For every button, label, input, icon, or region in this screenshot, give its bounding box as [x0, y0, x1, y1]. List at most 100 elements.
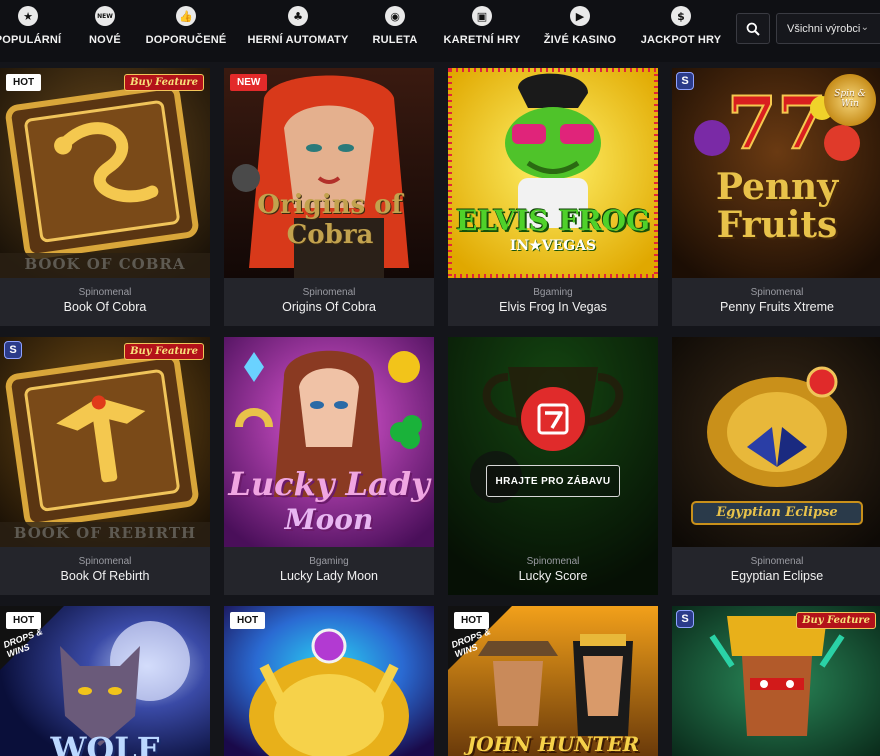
- game-provider: Spinomenal: [78, 556, 132, 567]
- game-title: Origins Of Cobra: [282, 300, 376, 314]
- game-art-title: BOOK OF REBIRTH: [13, 524, 197, 542]
- buy-feature-badge: Buy Feature: [796, 612, 876, 629]
- spinomenal-logo-icon: S: [676, 72, 694, 90]
- game-info: Spinomenal Lucky Score: [448, 547, 658, 595]
- game-card[interactable]: 77 Penny Fruits S Spin & Win Spinomenal …: [672, 68, 880, 326]
- game-provider: Spinomenal: [302, 287, 356, 298]
- game-thumbnail[interactable]: 77 Penny Fruits S Spin & Win: [672, 68, 880, 278]
- game-art-subtitle: IN★VEGAS: [509, 238, 597, 254]
- nav-label: JACKPOT HRY: [640, 34, 722, 46]
- game-title: Elvis Frog In Vegas: [499, 300, 607, 314]
- hot-badge: HOT: [230, 612, 266, 629]
- game-title: Book Of Cobra: [63, 300, 147, 314]
- game-thumbnail[interactable]: BOOK OF REBIRTH S Buy Feature: [0, 337, 210, 547]
- game-art-subtitle: Moon: [284, 503, 374, 536]
- game-thumbnail[interactable]: BOOK OF COBRA HOT Buy Feature: [0, 68, 210, 278]
- game-provider: Bgaming: [533, 287, 573, 298]
- game-card[interactable]: HRAJTE PRO ZÁBAVU Spinomenal Lucky Score: [448, 337, 658, 595]
- game-art-title: Lucky Lady: [228, 465, 430, 503]
- game-art-title: Egyptian Eclipse: [716, 505, 838, 520]
- nav-label: KARETNÍ HRY: [443, 34, 521, 46]
- roulette-icon: ◉: [385, 6, 405, 26]
- game-card[interactable]: Lucky Lady Moon Bgaming Lucky Lady Moon: [224, 337, 434, 595]
- game-thumbnail[interactable]: WOLF DROPS & WINS HOT: [0, 606, 210, 756]
- game-info: Spinomenal Penny Fruits Xtreme: [672, 278, 880, 326]
- game-info: Spinomenal Book Of Cobra: [0, 278, 210, 326]
- new-icon: NEW: [95, 6, 115, 26]
- game-card[interactable]: WOLF DROPS & WINS HOT: [0, 606, 210, 756]
- star-icon: ★: [18, 6, 38, 26]
- chevron-down-icon: ⌄: [860, 22, 869, 33]
- game-thumbnail[interactable]: Lucky Lady Moon: [224, 337, 434, 547]
- nav-card-games[interactable]: ▣ KARETNÍ HRY: [444, 6, 520, 46]
- game-provider: Spinomenal: [526, 556, 580, 567]
- hot-badge: HOT: [454, 612, 490, 629]
- game-art-title: JOHN HUNTER: [466, 732, 640, 756]
- spin-and-win-badge: Spin & Win: [824, 74, 876, 126]
- game-title: Lucky Lady Moon: [280, 569, 378, 583]
- nav-slots[interactable]: ♣ HERNÍ AUTOMATY: [248, 6, 348, 46]
- nav-new[interactable]: NEW NOVÉ: [88, 6, 122, 46]
- game-info: Bgaming Elvis Frog In Vegas: [448, 278, 658, 326]
- game-thumbnail[interactable]: Origins of Cobra NEW: [224, 68, 434, 278]
- nav-label: HERNÍ AUTOMATY: [247, 34, 349, 46]
- provider-select[interactable]: Všichni výrobci ⌄: [776, 13, 880, 44]
- top-navigation: ★ POPULÁRNÍ NEW NOVÉ 👍 DOPORUČENÉ ♣ HERN…: [0, 0, 880, 62]
- game-thumbnail[interactable]: ELVIS FROG IN★VEGAS: [448, 68, 658, 278]
- nav-label: DOPORUČENÉ: [145, 34, 227, 46]
- game-provider: Bgaming: [309, 556, 349, 567]
- new-badge: NEW: [230, 74, 268, 91]
- game-card[interactable]: Egyptian Eclipse Spinomenal Egyptian Ecl…: [672, 337, 880, 595]
- game-title: Book Of Rebirth: [60, 569, 150, 583]
- play-for-fun-button[interactable]: HRAJTE PRO ZÁBAVU: [486, 465, 620, 497]
- nav-recommended[interactable]: 👍 DOPORUČENÉ: [146, 6, 226, 46]
- nav-label: POPULÁRNÍ: [0, 34, 62, 46]
- nav-label: NOVÉ: [89, 34, 121, 46]
- game-card[interactable]: Origins of Cobra NEW Spinomenal Origins …: [224, 68, 434, 326]
- game-art-title: BOOK OF COBRA: [24, 255, 186, 273]
- game-thumbnail[interactable]: HOT: [224, 606, 434, 756]
- game-provider: Spinomenal: [750, 287, 804, 298]
- game-card[interactable]: BOOK OF REBIRTH S Buy Feature Spinomenal…: [0, 337, 210, 595]
- game-provider: Spinomenal: [78, 287, 132, 298]
- game-title: Lucky Score: [518, 569, 588, 583]
- thumbs-up-icon: 👍: [176, 6, 196, 26]
- spinomenal-logo-icon: S: [4, 341, 22, 359]
- buy-feature-badge: Buy Feature: [124, 343, 204, 360]
- game-art-title: ELVIS FROG: [456, 204, 650, 237]
- money-bag-icon: $: [671, 6, 691, 26]
- game-card[interactable]: BOOK OF COBRA HOT Buy Feature Spinomenal…: [0, 68, 210, 326]
- nav-label: ŽIVÉ KASINO: [543, 34, 617, 46]
- provider-select-value: Všichni výrobci: [787, 22, 861, 35]
- game-art-title: Origins of Cobra: [257, 190, 403, 250]
- buy-feature-badge: Buy Feature: [124, 74, 204, 91]
- nav-live-casino[interactable]: ▶ ŽIVÉ KASINO: [544, 6, 616, 46]
- game-title: Penny Fruits Xtreme: [720, 300, 834, 314]
- nav-jackpot[interactable]: $ JACKPOT HRY: [641, 6, 721, 46]
- game-art-title: WOLF: [50, 730, 160, 756]
- nav-label: RULETA: [372, 34, 418, 46]
- game-title: Egyptian Eclipse: [730, 569, 824, 583]
- game-info: Spinomenal Origins Of Cobra: [224, 278, 434, 326]
- nav-roulette[interactable]: ◉ RULETA: [372, 6, 418, 46]
- hot-badge: HOT: [6, 74, 42, 91]
- game-info: Spinomenal Book Of Rebirth: [0, 547, 210, 595]
- game-thumbnail[interactable]: JOHN HUNTER DROPS & WINS HOT: [448, 606, 658, 756]
- play-logo-icon: [521, 387, 585, 451]
- game-info: Spinomenal Egyptian Eclipse: [672, 547, 880, 595]
- game-thumbnail[interactable]: S Buy Feature: [672, 606, 880, 756]
- slot-cherry-icon: ♣: [288, 6, 308, 26]
- game-card[interactable]: ELVIS FROG IN★VEGAS Bgaming Elvis Frog I…: [448, 68, 658, 326]
- game-card[interactable]: JOHN HUNTER DROPS & WINS HOT: [448, 606, 658, 756]
- game-art-title: Penny Fruits: [715, 166, 839, 246]
- card-icon: ▣: [472, 6, 492, 26]
- game-card[interactable]: HOT: [224, 606, 434, 756]
- nav-popular[interactable]: ★ POPULÁRNÍ: [0, 6, 61, 46]
- game-info: Bgaming Lucky Lady Moon: [224, 547, 434, 595]
- play-icon: ▶: [570, 6, 590, 26]
- search-button[interactable]: [736, 13, 770, 44]
- game-card[interactable]: S Buy Feature: [672, 606, 880, 756]
- svg-text:77: 77: [727, 80, 827, 165]
- game-thumbnail[interactable]: Egyptian Eclipse: [672, 337, 880, 547]
- game-provider: Spinomenal: [750, 556, 804, 567]
